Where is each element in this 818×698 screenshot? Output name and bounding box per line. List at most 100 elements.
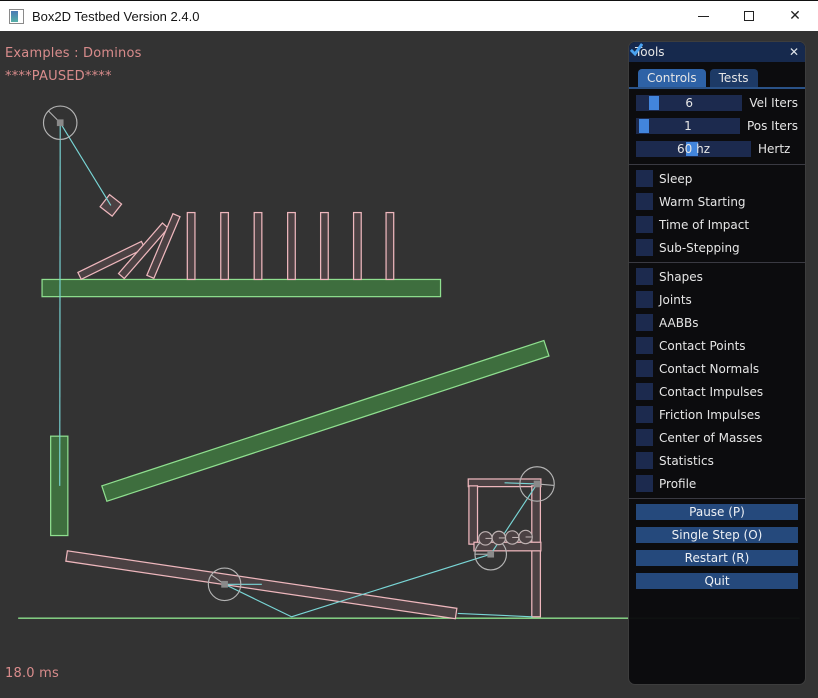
close-icon: ✕ (789, 9, 801, 23)
checkbox-sub-stepping[interactable] (636, 239, 653, 256)
checkbox-label: Sub-Stepping (659, 241, 740, 255)
button-pause-p[interactable]: Pause (P) (636, 504, 798, 520)
checkbox-label: Joints (659, 293, 692, 307)
physics-canvas[interactable]: Examples : Dominos ****PAUSED**** 18.0 m… (0, 31, 818, 698)
long-ramp (102, 340, 549, 501)
slider-label: Vel Iters (749, 96, 798, 110)
slider-value: 6 (636, 95, 742, 111)
checkbox-row-statistics[interactable]: Statistics (636, 452, 798, 469)
checkbox-shapes[interactable] (636, 268, 653, 285)
anchor-pendulum (57, 119, 64, 126)
checkbox-label: Shapes (659, 270, 703, 284)
checkbox-center-of-masses[interactable] (636, 429, 653, 446)
window-controls: ✕ (680, 1, 818, 31)
tools-panel-header[interactable]: Tools ✕ (629, 42, 805, 62)
frame-left-post (469, 486, 478, 544)
checkbox-profile[interactable] (636, 475, 653, 492)
paused-label: ****PAUSED**** (5, 69, 112, 84)
checkbox-row-time-of-impact[interactable]: Time of Impact (636, 216, 798, 233)
minimize-icon (698, 16, 709, 17)
separator (629, 498, 805, 499)
checkbox-row-sleep[interactable]: Sleep (636, 170, 798, 187)
checkbox-label: Sleep (659, 172, 692, 186)
domino-upright-3 (254, 213, 262, 280)
checkbox-warm-starting[interactable] (636, 193, 653, 210)
checkbox-label: Profile (659, 477, 696, 491)
minimize-button[interactable] (680, 1, 726, 31)
domino-upright-4 (288, 213, 296, 280)
checkbox-label: Contact Impulses (659, 385, 763, 399)
joint-plank-end-to-post (458, 613, 533, 616)
checkbox-joints[interactable] (636, 291, 653, 308)
button-quit[interactable]: Quit (636, 573, 798, 589)
slider-value: 1 (636, 118, 740, 134)
tab-bar: ControlsTests (638, 69, 805, 87)
checkbox-label: Warm Starting (659, 195, 746, 209)
checkbox-row-joints[interactable]: Joints (636, 291, 798, 308)
checkbox-row-friction-impulses[interactable]: Friction Impulses (636, 406, 798, 423)
checkbox-aabbs[interactable] (636, 314, 653, 331)
panel-close-icon[interactable]: ✕ (789, 45, 799, 59)
button-restart-r[interactable]: Restart (R) (636, 550, 798, 566)
checkbox-label: Center of Masses (659, 431, 762, 445)
app-window: Box2D Testbed Version 2.4.0 ✕ Examples :… (0, 0, 818, 698)
window-title: Box2D Testbed Version 2.4.0 (32, 9, 199, 24)
example-label: Examples : Dominos (5, 46, 142, 61)
slider-label: Hertz (758, 142, 790, 156)
tools-panel-body: 6 Vel Iters 1 Pos Iters 60 hz Hertz Sleep Warm… (629, 89, 805, 589)
separator (629, 262, 805, 263)
checkbox-label: Contact Normals (659, 362, 759, 376)
checkmark-icon (629, 42, 644, 57)
anchor-plank (221, 581, 228, 588)
slider-row-hertz: 60 hz Hertz (636, 141, 798, 157)
anchor-frame-top (534, 481, 541, 488)
titlebar[interactable]: Box2D Testbed Version 2.4.0 ✕ (0, 0, 818, 31)
checkbox-label: Friction Impulses (659, 408, 760, 422)
slider-hertz[interactable]: 60 hz (636, 141, 751, 157)
anchor-frame-mid (487, 551, 494, 558)
dominos-platform (42, 279, 440, 296)
maximize-button[interactable] (726, 1, 772, 31)
checkbox-row-sub-stepping[interactable]: Sub-Stepping (636, 239, 798, 256)
checkbox-sleep[interactable] (636, 170, 653, 187)
checkbox-row-center-of-masses[interactable]: Center of Masses (636, 429, 798, 446)
slider-row-pos-iters: 1 Pos Iters (636, 118, 798, 134)
close-button[interactable]: ✕ (772, 1, 818, 31)
app-icon (9, 9, 24, 24)
button-single-step-o[interactable]: Single Step (O) (636, 527, 798, 543)
checkbox-row-shapes[interactable]: Shapes (636, 268, 798, 285)
checkbox-row-profile[interactable]: Profile (636, 475, 798, 492)
domino-upright-6 (354, 213, 362, 280)
tab-tests[interactable]: Tests (710, 69, 758, 87)
checkbox-statistics[interactable] (636, 452, 653, 469)
slider-row-vel-iters: 6 Vel Iters (636, 95, 798, 111)
checkbox-contact-impulses[interactable] (636, 383, 653, 400)
slider-vel-iters[interactable]: 6 (636, 95, 742, 111)
checkbox-label: Contact Points (659, 339, 746, 353)
frame-time-label: 18.0 ms (5, 666, 59, 681)
checkbox-row-aabbs[interactable]: AABBs (636, 314, 798, 331)
checkbox-row-contact-impulses[interactable]: Contact Impulses (636, 383, 798, 400)
slider-pos-iters[interactable]: 1 (636, 118, 740, 134)
joint-pendulum-to-bob (60, 123, 111, 206)
domino-upright-5 (321, 213, 329, 280)
checkbox-label: Time of Impact (659, 218, 749, 232)
checkbox-row-warm-starting[interactable]: Warm Starting (636, 193, 798, 210)
slider-label: Pos Iters (747, 119, 798, 133)
checkbox-row-contact-normals[interactable]: Contact Normals (636, 360, 798, 377)
checkbox-contact-points[interactable] (636, 337, 653, 354)
checkbox-row-contact-points[interactable]: Contact Points (636, 337, 798, 354)
checkbox-label: AABBs (659, 316, 698, 330)
domino-upright-1 (187, 213, 195, 280)
separator (629, 164, 805, 165)
checkbox-friction-impulses[interactable] (636, 406, 653, 423)
checkbox-label: Statistics (659, 454, 714, 468)
slider-value: 60 hz (636, 141, 751, 157)
maximize-icon (744, 11, 754, 21)
domino-upright-7 (386, 213, 394, 280)
domino-upright-2 (221, 213, 229, 280)
checkbox-time-of-impact[interactable] (636, 216, 653, 233)
tab-controls[interactable]: Controls (638, 69, 706, 87)
frame-top-beam (468, 479, 541, 487)
checkbox-contact-normals[interactable] (636, 360, 653, 377)
